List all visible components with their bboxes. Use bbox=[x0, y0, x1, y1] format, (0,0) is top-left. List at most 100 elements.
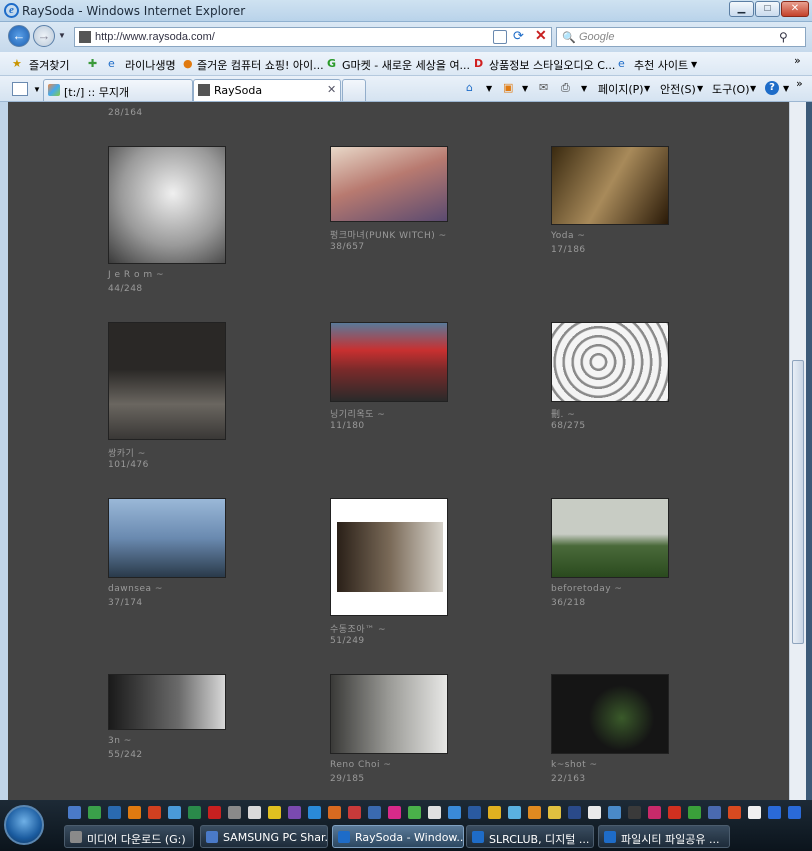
maximize-button[interactable]: □ bbox=[755, 1, 780, 17]
photo-gallery[interactable]: 28/164 J e R o m ~ 44/248 펑크마녀(PUNK WITC… bbox=[8, 102, 789, 800]
tab-raysoda[interactable]: RaySoda ✕ bbox=[193, 79, 341, 101]
app-icon[interactable] bbox=[748, 806, 761, 819]
compat-view-icon[interactable] bbox=[493, 30, 507, 44]
taskbar-item-raysoda[interactable]: RaySoda - Window... bbox=[332, 825, 464, 848]
app-icon[interactable] bbox=[168, 806, 181, 819]
favorite-link-4[interactable]: 상품정보 스타일오디오 C... bbox=[489, 57, 615, 73]
favorite-link-1[interactable]: 라이나생명 bbox=[125, 57, 176, 73]
address-field[interactable]: http://www.raysoda.com/ bbox=[74, 27, 552, 47]
photo-author[interactable]: 刪. ~ bbox=[551, 407, 575, 420]
app-icon[interactable] bbox=[428, 806, 441, 819]
show-desktop-icon[interactable] bbox=[68, 806, 81, 819]
photo-author[interactable]: 수동조아™ ~ bbox=[330, 622, 386, 635]
new-tab-button[interactable] bbox=[342, 79, 366, 101]
help-icon[interactable]: ? bbox=[765, 81, 779, 95]
stop-icon[interactable]: ✕ bbox=[535, 27, 547, 44]
mail-icon[interactable]: ✉ bbox=[539, 81, 548, 94]
help-dropdown-icon[interactable]: ▼ bbox=[783, 84, 789, 93]
photo-thumbnail[interactable] bbox=[330, 322, 448, 402]
forward-button[interactable]: → bbox=[33, 25, 55, 47]
app-icon[interactable] bbox=[308, 806, 321, 819]
chevron-down-icon[interactable]: ▼ bbox=[691, 60, 697, 69]
favorites-star-icon[interactable]: ★ bbox=[12, 57, 22, 70]
quick-tabs-icon[interactable] bbox=[12, 82, 28, 96]
more-favorites-icon[interactable]: » bbox=[794, 54, 801, 67]
app-icon[interactable] bbox=[668, 806, 681, 819]
app-icon[interactable] bbox=[348, 806, 361, 819]
vertical-scrollbar[interactable] bbox=[789, 102, 806, 800]
tools-menu[interactable]: 도구(O) bbox=[712, 81, 749, 97]
add-favorite-icon[interactable]: ✚ bbox=[88, 57, 97, 70]
print-dropdown-icon[interactable]: ▼ bbox=[581, 84, 587, 93]
photo-author[interactable]: 펑크마녀(PUNK WITCH) ~ bbox=[330, 228, 447, 241]
app-icon[interactable] bbox=[768, 806, 781, 819]
tab-rainbow[interactable]: [t:/] :: 무지개 bbox=[43, 79, 193, 101]
app-icon[interactable] bbox=[488, 806, 501, 819]
app-icon[interactable] bbox=[508, 806, 521, 819]
back-button[interactable]: ← bbox=[8, 25, 30, 47]
photo-thumbnail[interactable] bbox=[330, 146, 448, 222]
safety-menu[interactable]: 안전(S) bbox=[660, 81, 696, 97]
photo-thumbnail[interactable] bbox=[108, 146, 226, 264]
favorite-link-2[interactable]: 즐거운 컴퓨터 쇼핑! 아이... bbox=[197, 57, 324, 73]
photo-author[interactable]: 쌍카기 ~ bbox=[108, 446, 146, 459]
feeds-icon[interactable]: ▣ bbox=[503, 81, 513, 94]
app-icon[interactable] bbox=[648, 806, 661, 819]
app-icon[interactable] bbox=[148, 806, 161, 819]
app-icon[interactable] bbox=[288, 806, 301, 819]
close-tab-icon[interactable]: ✕ bbox=[327, 83, 336, 96]
tab-list-icon[interactable]: ▼ bbox=[33, 85, 41, 94]
minimize-button[interactable]: ▁ bbox=[729, 1, 754, 17]
page-menu-dropdown-icon[interactable]: ▼ bbox=[644, 84, 650, 93]
app-icon[interactable] bbox=[788, 806, 801, 819]
photo-author[interactable]: dawnsea ~ bbox=[108, 584, 163, 594]
window-titlebar[interactable]: e RaySoda - Windows Internet Explorer ▁ … bbox=[0, 0, 812, 22]
close-button[interactable]: ✕ bbox=[781, 1, 809, 17]
photo-thumbnail[interactable] bbox=[551, 322, 669, 402]
app-icon[interactable] bbox=[588, 806, 601, 819]
app-icon[interactable] bbox=[88, 806, 101, 819]
app-icon[interactable] bbox=[568, 806, 581, 819]
home-dropdown-icon[interactable]: ▼ bbox=[486, 84, 492, 93]
taskbar-item-samsung[interactable]: SAMSUNG PC Shar... bbox=[200, 825, 328, 848]
app-icon[interactable] bbox=[448, 806, 461, 819]
search-input[interactable]: 🔍 Google ⚲ bbox=[556, 27, 806, 47]
photo-author[interactable]: beforetoday ~ bbox=[551, 584, 622, 594]
app-icon[interactable] bbox=[128, 806, 141, 819]
app-icon[interactable] bbox=[208, 806, 221, 819]
photo-thumbnail[interactable] bbox=[551, 674, 669, 754]
home-icon[interactable]: ⌂ bbox=[466, 81, 473, 94]
favorites-button[interactable]: 즐겨찾기 bbox=[29, 57, 69, 73]
photo-author[interactable]: Yoda ~ bbox=[551, 231, 585, 241]
photo-thumbnail[interactable] bbox=[108, 498, 226, 578]
photo-author[interactable]: k~shot ~ bbox=[551, 760, 598, 770]
app-icon[interactable] bbox=[328, 806, 341, 819]
app-icon[interactable] bbox=[108, 806, 121, 819]
photo-thumbnail[interactable] bbox=[108, 674, 226, 730]
app-icon[interactable] bbox=[388, 806, 401, 819]
scrollbar-thumb[interactable] bbox=[792, 360, 804, 644]
app-icon[interactable] bbox=[188, 806, 201, 819]
photo-thumbnail[interactable] bbox=[551, 498, 669, 578]
app-icon[interactable] bbox=[528, 806, 541, 819]
app-icon[interactable] bbox=[548, 806, 561, 819]
photo-thumbnail[interactable] bbox=[330, 498, 448, 616]
feeds-dropdown-icon[interactable]: ▼ bbox=[522, 84, 528, 93]
app-icon[interactable] bbox=[268, 806, 281, 819]
search-go-icon[interactable]: ⚲ bbox=[779, 30, 788, 44]
app-icon[interactable] bbox=[688, 806, 701, 819]
print-icon[interactable]: ⎙ bbox=[561, 81, 570, 95]
photo-thumbnail[interactable] bbox=[330, 674, 448, 754]
photo-author[interactable]: J e R o m ~ bbox=[108, 270, 164, 280]
safety-menu-dropdown-icon[interactable]: ▼ bbox=[697, 84, 703, 93]
more-tools-icon[interactable]: » bbox=[796, 77, 803, 90]
taskbar-item-filecity[interactable]: 파일시티 파일공유 ... bbox=[598, 825, 730, 848]
photo-author[interactable]: Reno Choi ~ bbox=[330, 760, 391, 770]
taskbar-item-media-download[interactable]: 미디어 다운로드 (G:) bbox=[64, 825, 194, 848]
app-icon[interactable] bbox=[708, 806, 721, 819]
app-icon[interactable] bbox=[728, 806, 741, 819]
favorite-link-3[interactable]: G마켓 - 새로운 세상을 여... bbox=[342, 57, 470, 73]
app-icon[interactable] bbox=[408, 806, 421, 819]
app-icon[interactable] bbox=[468, 806, 481, 819]
tools-menu-dropdown-icon[interactable]: ▼ bbox=[750, 84, 756, 93]
